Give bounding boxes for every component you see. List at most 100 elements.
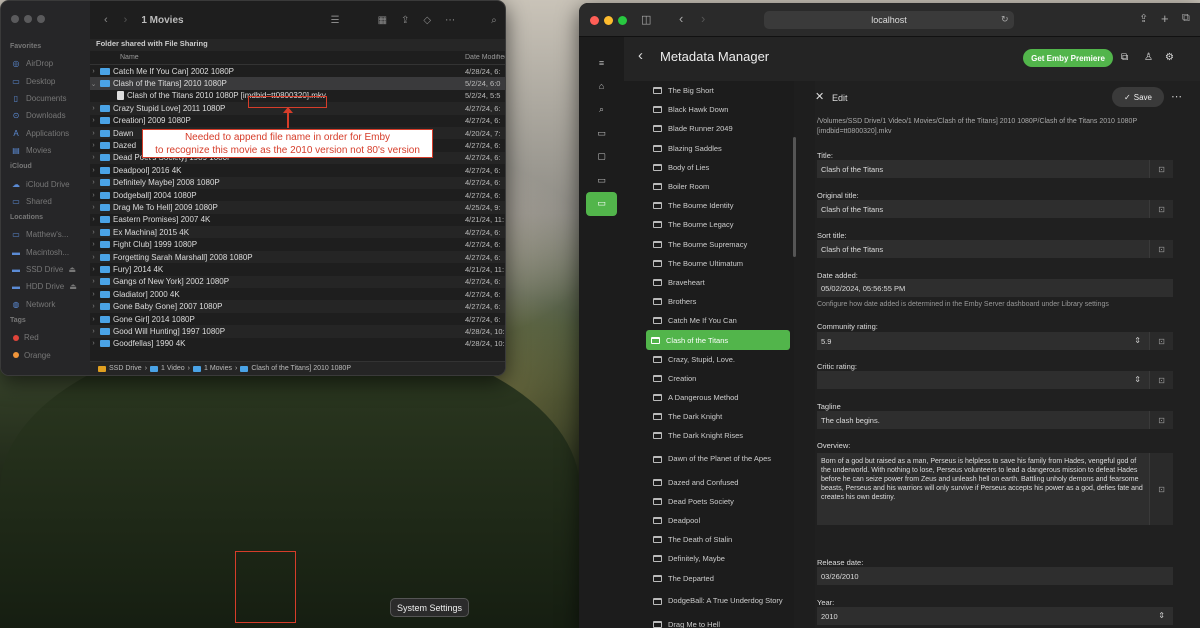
chevron-right-icon[interactable]: › [90, 142, 97, 149]
minimize-dot[interactable] [24, 15, 32, 23]
library-item[interactable]: Body of Lies [648, 158, 794, 177]
library-item[interactable]: Blazing Saddles [648, 139, 794, 158]
stepper-icon[interactable]: ⇕ [1134, 375, 1141, 384]
close-dot[interactable] [11, 15, 19, 23]
file-row[interactable]: › Gone Girl] 2014 1080P 4/27/24, 6: [90, 313, 505, 325]
library-scrollbar[interactable] [793, 137, 796, 257]
chevron-right-icon[interactable]: › [90, 154, 97, 161]
reload-icon[interactable]: ↻ [1001, 14, 1009, 25]
file-row[interactable]: › Goodfellas] 1990 4K 4/28/24, 10: [90, 338, 505, 350]
file-row[interactable]: › Gladiator] 2000 4K 4/27/24, 6: [90, 288, 505, 300]
address-bar[interactable]: localhost [764, 11, 1014, 29]
sidebar-item-ssd-drive[interactable]: ▬ SSD Drive ⏏ [1, 261, 90, 278]
tagline-input[interactable]: The clash begins. [817, 411, 1149, 429]
chevron-down-icon[interactable]: ⌄ [90, 80, 97, 88]
sort-title-input[interactable]: Clash of the Titans [817, 240, 1149, 258]
file-row[interactable]: › Eastern Promises] 2007 4K 4/21/24, 11: [90, 214, 505, 226]
back-arrow-icon[interactable]: ‹ [104, 14, 108, 26]
grid-view-icon[interactable]: ▦ [378, 15, 387, 26]
file-row[interactable]: › Definitely Maybe] 2008 1080P 4/27/24, 6: [90, 176, 505, 189]
forward-arrow-icon[interactable]: › [124, 14, 128, 26]
search-icon[interactable]: ⌕ [579, 98, 624, 122]
share-icon[interactable]: ⇪ [1139, 12, 1148, 25]
library-item[interactable]: Dead Poets Society [648, 492, 794, 511]
library-item[interactable]: Drag Me to Hell [648, 615, 794, 628]
chevron-right-icon[interactable]: › [90, 328, 97, 335]
share-icon[interactable]: ⇪ [401, 15, 409, 26]
file-row[interactable]: › Ex Machina] 2015 4K 4/27/24, 6: [90, 226, 505, 239]
forward-arrow-icon[interactable]: › [701, 11, 705, 26]
menu-icon[interactable]: ≡ [579, 51, 624, 75]
eject-icon[interactable]: ⏏ [69, 282, 77, 291]
path-segment[interactable]: Clash of the Titans] 2010 1080P [251, 365, 351, 372]
stepper-icon[interactable]: ⇕ [1158, 611, 1165, 620]
community-rating-input[interactable]: 5.9 ⇕ [817, 332, 1149, 350]
library-item[interactable]: The Bourne Ultimatum [648, 254, 794, 273]
library-item[interactable]: Boiler Room [648, 177, 794, 196]
chevron-right-icon[interactable]: › [90, 291, 97, 298]
file-row[interactable]: › Fury] 2014 4K 4/21/24, 11: [90, 263, 505, 275]
library-item[interactable]: Crazy, Stupid, Love. [648, 350, 794, 369]
column-date[interactable]: Date Modified [465, 54, 505, 61]
sidebar-item-downloads[interactable]: ⊙ Downloads [1, 107, 90, 124]
library-item[interactable]: Deadpool [648, 511, 794, 530]
zoom-dot[interactable] [37, 15, 45, 23]
path-segment[interactable]: 1 Movies [204, 365, 232, 372]
lock-icon[interactable]: ⊡ [1149, 240, 1173, 258]
more-options-icon[interactable]: ⋯ [1171, 90, 1182, 103]
library-item[interactable]: The Departed [648, 569, 794, 588]
path-segment[interactable]: 1 Video [161, 365, 185, 372]
more-icon[interactable]: ⋯ [445, 15, 455, 26]
lock-icon[interactable]: ⊡ [1149, 453, 1173, 525]
chevron-right-icon[interactable]: › [90, 229, 97, 236]
tabs-overview-icon[interactable]: ⧉ [1182, 12, 1190, 25]
chevron-right-icon[interactable]: › [90, 117, 97, 124]
file-row[interactable]: › Fight Club] 1999 1080P 4/27/24, 6: [90, 238, 505, 250]
settings-gear-icon[interactable]: ⚙ [1165, 52, 1174, 63]
eject-icon[interactable]: ⏏ [68, 265, 76, 274]
chevron-right-icon[interactable]: › [90, 167, 97, 174]
library-item[interactable]: The Bourne Legacy [648, 215, 794, 234]
library-item[interactable]: Blade Runner 2049 [648, 119, 794, 138]
library-item[interactable]: Definitely, Maybe [648, 549, 794, 568]
overview-textarea[interactable]: Born of a god but raised as a man, Perse… [817, 453, 1149, 525]
back-arrow-icon[interactable]: ‹ [679, 11, 683, 26]
chevron-right-icon[interactable]: › [90, 340, 97, 347]
chevron-right-icon[interactable]: › [90, 241, 97, 248]
library-item[interactable]: DodgeBall: A True Underdog Story [648, 588, 794, 615]
chevron-right-icon[interactable]: › [90, 303, 97, 310]
zoom-dot[interactable] [618, 16, 627, 25]
column-name[interactable]: Name [90, 54, 465, 61]
chevron-right-icon[interactable]: › [90, 266, 97, 273]
search-icon[interactable]: ⌕ [491, 15, 497, 26]
get-premiere-button[interactable]: Get Emby Premiere [1023, 49, 1113, 67]
date-added-input[interactable]: 05/02/2024, 05:56:55 PM [817, 279, 1173, 297]
sidebar-item-macintosh[interactable]: ▬ Macintosh... [1, 244, 90, 261]
file-row[interactable]: › Drag Me To Hell] 2009 1080P 4/25/24, 9: [90, 201, 505, 214]
cast-icon[interactable]: ⧉ [1121, 52, 1128, 63]
sidebar-item-movies[interactable]: ▤ Movies [1, 142, 90, 159]
file-row[interactable]: › Gangs of New York] 2002 1080P 4/27/24, 6… [90, 275, 505, 289]
title-input[interactable]: Clash of the Titans [817, 160, 1149, 178]
file-row[interactable]: › Gone Baby Gone] 2007 1080P 4/27/24, 6: [90, 300, 505, 313]
home-icon[interactable]: ⌂ [579, 75, 624, 99]
new-tab-icon[interactable]: + [1161, 11, 1169, 26]
tag-icon[interactable]: ◇ [423, 15, 431, 26]
folder-icon[interactable]: ▭ [579, 169, 624, 193]
stepper-icon[interactable]: ⇕ [1134, 336, 1141, 345]
sidebar-tag-orange[interactable]: Orange [1, 346, 90, 363]
list-view-icon[interactable]: ☰ [331, 15, 340, 26]
chevron-right-icon[interactable]: › [90, 179, 97, 186]
sidebar-item-shared[interactable]: ▭ Shared [1, 193, 90, 210]
chevron-right-icon[interactable]: › [90, 254, 97, 261]
library-item[interactable]: Brothers [648, 292, 794, 311]
critic-rating-input[interactable]: ⇕ [817, 371, 1149, 389]
library-item[interactable]: Braveheart [648, 273, 794, 292]
sidebar-item-documents[interactable]: ▯ Documents [1, 90, 90, 107]
lock-icon[interactable]: ⊡ [1149, 200, 1173, 218]
file-row[interactable]: › Forgetting Sarah Marshall] 2008 1080P 4/… [90, 250, 505, 264]
library-item[interactable]: Dazed and Confused [648, 473, 794, 492]
metadata-folder-icon[interactable]: ▭ [586, 192, 617, 216]
library-item[interactable]: Dawn of the Planet of the Apes [648, 446, 794, 473]
lock-icon[interactable]: ⊡ [1149, 332, 1173, 350]
